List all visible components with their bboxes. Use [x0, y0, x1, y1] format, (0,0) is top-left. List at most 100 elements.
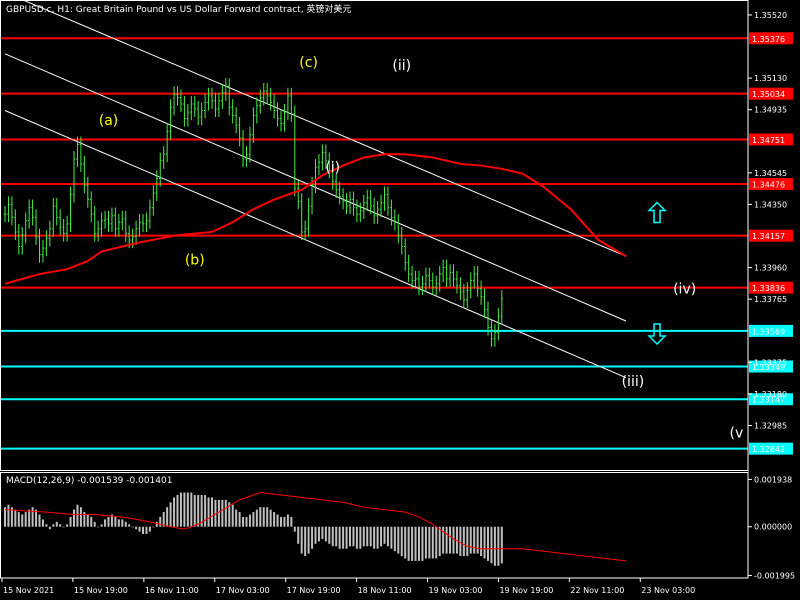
- price-tick-label: 1.35130: [754, 74, 787, 83]
- macd-bar: [480, 526, 483, 557]
- candle: [162, 146, 165, 169]
- macd-bar: [280, 516, 282, 527]
- candle: [190, 95, 193, 121]
- macd-bar: [135, 526, 138, 530]
- candle: [355, 199, 359, 223]
- candle: [379, 194, 383, 218]
- macd-bar: [176, 494, 179, 527]
- macd-bar: [142, 526, 144, 535]
- macd-bar: [469, 526, 472, 554]
- level-price-label: 1.32842: [752, 445, 785, 454]
- macd-bar: [431, 526, 434, 559]
- macd-bar: [418, 526, 420, 561]
- macd-label: MACD(12,26,9) -0.001539 -0.001401: [6, 476, 172, 486]
- candle: [3, 206, 7, 223]
- macd-bar: [14, 509, 17, 527]
- macd-bar: [390, 526, 393, 549]
- candle: [7, 196, 10, 223]
- level-price-label: 1.34157: [752, 232, 785, 241]
- price-tick-label: 1.34935: [754, 106, 787, 115]
- channel-line: [4, 110, 627, 379]
- macd-bar: [407, 526, 410, 561]
- candle: [48, 220, 52, 247]
- macd-bar: [449, 526, 452, 554]
- wave-label: (iv): [673, 281, 696, 297]
- candle: [121, 210, 124, 231]
- macd-bar: [473, 526, 476, 554]
- candle: [400, 227, 403, 255]
- macd-bar: [352, 526, 355, 547]
- candle: [117, 214, 121, 237]
- candle: [386, 186, 390, 216]
- candle: [473, 265, 476, 289]
- macd-bar: [487, 526, 489, 561]
- macd-bar: [355, 526, 358, 549]
- candle: [69, 186, 72, 232]
- macd-bar: [238, 512, 241, 527]
- candle: [390, 199, 393, 226]
- time-tick-label: 18 Nov 11:00: [358, 586, 412, 595]
- candle: [24, 212, 27, 244]
- macd-bar: [349, 526, 351, 547]
- candle: [183, 95, 186, 127]
- macd-bar: [393, 526, 396, 552]
- macd-bar: [159, 516, 162, 527]
- time-tick-label: 22 Nov 11:00: [570, 586, 624, 595]
- macd-bar: [197, 494, 200, 527]
- macd-bar: [331, 526, 334, 547]
- candle: [17, 223, 20, 255]
- candle: [228, 78, 231, 116]
- macd-bar: [41, 519, 44, 527]
- candle: [86, 176, 89, 208]
- candle: [303, 220, 307, 241]
- macd-bar: [383, 526, 386, 544]
- macd-tick-label: -0.001995: [754, 571, 795, 580]
- candle: [72, 150, 76, 203]
- candle: [217, 92, 221, 117]
- macd-bar: [317, 526, 320, 542]
- macd-bar: [166, 507, 169, 527]
- candle: [417, 270, 421, 296]
- candle: [317, 154, 321, 176]
- candle: [345, 193, 348, 215]
- trading-chart[interactable]: (a) (b) (c) (ii) (i) (iv) (iii) (v 1.35376 1.350…: [0, 0, 800, 600]
- macd-bar: [428, 526, 431, 559]
- candle: [248, 126, 252, 163]
- candle: [62, 218, 65, 242]
- macd-bar: [114, 516, 117, 527]
- macd-bar: [224, 499, 227, 527]
- price-tick-label: 1.32985: [754, 421, 787, 430]
- macd-bar: [17, 512, 20, 527]
- candle: [269, 87, 272, 111]
- macd-bar: [445, 526, 448, 554]
- macd-bar: [373, 526, 376, 549]
- time-tick-label: 19 Nov 19:00: [499, 586, 553, 595]
- macd-bar: [231, 504, 234, 527]
- macd-bar: [31, 507, 34, 527]
- time-tick-label: 17 Nov 03:00: [216, 586, 270, 595]
- wave-label: (v: [730, 426, 744, 442]
- candle: [407, 254, 410, 283]
- macd-bar: [235, 509, 238, 527]
- macd-panel: [4, 492, 627, 566]
- macd-bar: [297, 526, 300, 544]
- candle: [441, 259, 445, 283]
- macd-bar: [476, 526, 479, 554]
- wave-label: (a): [99, 113, 119, 129]
- candle: [203, 94, 207, 119]
- macd-bar: [121, 519, 124, 527]
- macd-bar: [324, 526, 327, 542]
- macd-bar: [90, 516, 93, 527]
- macd-bar: [483, 526, 486, 559]
- candle: [138, 214, 141, 237]
- macd-bar: [252, 512, 255, 527]
- macd-bar: [328, 526, 331, 544]
- macd-bar: [311, 526, 314, 549]
- candle: [27, 199, 31, 229]
- macd-bar: [183, 492, 186, 527]
- level-price-label: 1.35034: [752, 90, 785, 99]
- candle: [96, 220, 100, 242]
- macd-bar: [424, 526, 427, 559]
- candle: [79, 136, 83, 173]
- candle: [207, 87, 210, 111]
